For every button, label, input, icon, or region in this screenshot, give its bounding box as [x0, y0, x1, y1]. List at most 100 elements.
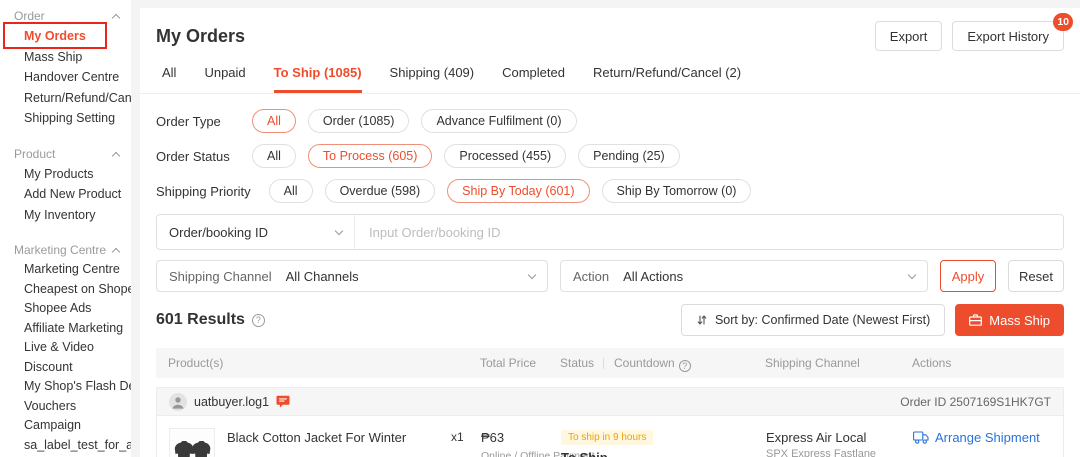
order-status-all-pill[interactable]: All: [252, 144, 296, 168]
sidebar-item-vouchers[interactable]: Vouchers: [14, 397, 131, 417]
search-input[interactable]: [355, 224, 1063, 240]
sidebar-item-my-products[interactable]: My Products: [14, 164, 131, 185]
col-shipping-channel: Shipping Channel: [765, 356, 860, 370]
action-value: All Actions: [623, 268, 684, 284]
order-row: Black Cotton Jacket For Winter x1 ₱63 On…: [157, 416, 1063, 457]
action-label: Action: [573, 268, 610, 284]
order-type-advance-fulfilment-pill[interactable]: Advance Fulfilment (0): [421, 109, 577, 133]
order-status-processed-pill[interactable]: Processed (455): [444, 144, 567, 168]
order-search-box: Order/booking ID: [156, 214, 1064, 250]
export-button[interactable]: Export: [874, 21, 943, 51]
sort-button[interactable]: Sort by: Confirmed Date (Newest First): [680, 304, 946, 336]
results-help-icon[interactable]: ?: [251, 313, 265, 327]
sidebar-item-my-inventory[interactable]: My Inventory: [14, 205, 131, 226]
tab-to-ship[interactable]: To Ship (1085): [273, 65, 362, 93]
arrange-shipment-button[interactable]: Arrange Shipment: [913, 430, 1040, 445]
page-title: My Orders: [156, 25, 246, 46]
mass-ship-button[interactable]: Mass Ship: [955, 304, 1064, 336]
sidebar-item-cheapest-on-shopee[interactable]: Cheapest on Shopee: [14, 280, 131, 300]
apply-button[interactable]: Apply: [940, 260, 996, 292]
order-status-filter-row: Order Status All To Process (605) Proces…: [156, 144, 1064, 168]
order-type-order-pill[interactable]: Order (1085): [307, 109, 410, 133]
col-actions: Actions: [912, 356, 952, 370]
chat-icon[interactable]: [276, 395, 290, 408]
chevron-up-icon: [111, 13, 121, 23]
sidebar-section-product-label: Product: [14, 146, 56, 161]
buyer-avatar-icon: [169, 392, 187, 411]
order-status-label: Order Status: [156, 148, 230, 164]
search-type-value: Order/booking ID: [169, 224, 268, 240]
shipping-channel: Express Air Local: [766, 430, 867, 445]
arrange-shipment-label: Arrange Shipment: [935, 430, 1040, 445]
tab-unpaid[interactable]: Unpaid: [204, 65, 245, 93]
sidebar-item-discount[interactable]: Discount: [14, 358, 131, 378]
sidebar-item-shipping-setting[interactable]: Shipping Setting: [14, 108, 131, 129]
shipping-channel-label: Shipping Channel: [169, 268, 272, 284]
sidebar-item-add-new-product[interactable]: Add New Product: [14, 184, 131, 205]
col-countdown: Countdown?: [614, 348, 691, 378]
chevron-up-icon: [111, 247, 121, 257]
shipping-priority-overdue-pill[interactable]: Overdue (598): [324, 179, 436, 203]
order-tabs: All Unpaid To Ship (1085) Shipping (409)…: [140, 51, 1080, 94]
chevron-down-icon: [527, 270, 537, 279]
sidebar-item-handover-centre[interactable]: Handover Centre: [14, 67, 131, 88]
sidebar: Order My Orders Mass Ship Handover Centr…: [0, 0, 131, 457]
col-total-price: Total Price: [480, 356, 537, 370]
order-card-header: uatbuyer.log1 Order ID 2507169S1HK7GT: [157, 388, 1063, 416]
chevron-up-icon: [111, 151, 121, 160]
sidebar-item-flash-deals[interactable]: My Shop's Flash Deals: [14, 377, 131, 397]
tab-return-refund-cancel[interactable]: Return/Refund/Cancel (2): [593, 65, 741, 93]
my-orders-panel: My Orders Export Export History 10 All U…: [140, 8, 1080, 457]
sidebar-item-live-video[interactable]: Live & Video: [14, 338, 131, 358]
sidebar-item-sa-label-test[interactable]: sa_label_test_for_agent: [14, 436, 131, 456]
chevron-down-icon: [334, 226, 344, 235]
buyer-username[interactable]: uatbuyer.log1: [194, 395, 269, 409]
shipping-priority-all-pill[interactable]: All: [268, 179, 313, 203]
product-name: Black Cotton Jacket For Winter: [227, 430, 407, 445]
product-quantity: x1: [451, 430, 464, 444]
column-divider: [603, 358, 604, 369]
tab-all[interactable]: All: [162, 65, 176, 93]
col-status: Status: [560, 356, 595, 370]
order-id: Order ID 2507169S1HK7GT: [900, 394, 1051, 409]
shipping-service: SPX Express Fastlane: [766, 448, 877, 457]
sidebar-item-shopee-ads[interactable]: Shopee Ads: [14, 299, 131, 319]
export-history-button[interactable]: Export History: [952, 21, 1064, 51]
order-type-all-pill[interactable]: All: [252, 109, 296, 133]
truck-icon: [913, 431, 929, 444]
briefcase-icon: [969, 314, 983, 326]
sidebar-item-mass-ship[interactable]: Mass Ship: [14, 47, 131, 68]
action-dropdown[interactable]: Action All Actions: [560, 260, 928, 292]
sidebar-section-product[interactable]: Product: [14, 144, 131, 164]
chevron-down-icon: [907, 270, 917, 279]
sidebar-section-order[interactable]: Order: [14, 6, 131, 26]
reset-button[interactable]: Reset: [1008, 260, 1064, 292]
order-type-filter-row: Order Type All Order (1085) Advance Fulf…: [156, 109, 1064, 133]
order-status-to-process-pill[interactable]: To Process (605): [307, 144, 433, 168]
results-count: 601 Results: [156, 311, 245, 328]
order-type-label: Order Type: [156, 113, 221, 129]
tab-completed[interactable]: Completed: [502, 65, 565, 93]
sidebar-item-affiliate-marketing[interactable]: Affiliate Marketing: [14, 319, 131, 339]
shipping-priority-ship-by-tomorrow-pill[interactable]: Ship By Tomorrow (0): [601, 179, 752, 203]
sidebar-section-marketing-label: Marketing Centre: [14, 243, 107, 257]
shipping-priority-ship-by-today-pill[interactable]: Ship By Today (601): [447, 179, 590, 203]
countdown-badge: To ship in 9 hours: [561, 430, 654, 445]
sidebar-item-return-refund-cancel[interactable]: Return/Refund/Cancel: [14, 88, 131, 109]
mass-ship-label: Mass Ship: [989, 312, 1050, 328]
seller-centre-page: Order My Orders Mass Ship Handover Centr…: [0, 0, 1080, 457]
sidebar-item-my-orders[interactable]: My Orders: [14, 26, 131, 47]
tab-shipping[interactable]: Shipping (409): [390, 65, 475, 93]
shipping-channel-value: All Channels: [285, 268, 359, 284]
sort-button-label: Sort by: Confirmed Date (Newest First): [714, 313, 931, 327]
search-type-selector[interactable]: Order/booking ID: [157, 215, 355, 249]
shipping-channel-dropdown[interactable]: Shipping Channel All Channels: [156, 260, 548, 292]
order-status-pending-pill[interactable]: Pending (25): [578, 144, 680, 168]
col-products: Product(s): [168, 356, 224, 370]
sidebar-item-marketing-centre[interactable]: Marketing Centre: [14, 260, 131, 280]
col-countdown-label: Countdown: [614, 356, 675, 370]
sidebar-item-campaign[interactable]: Campaign: [14, 416, 131, 436]
sidebar-section-marketing-centre[interactable]: Marketing Centre: [14, 240, 131, 260]
order-status: To Ship: [561, 450, 757, 457]
countdown-help-icon[interactable]: ?: [678, 360, 691, 372]
